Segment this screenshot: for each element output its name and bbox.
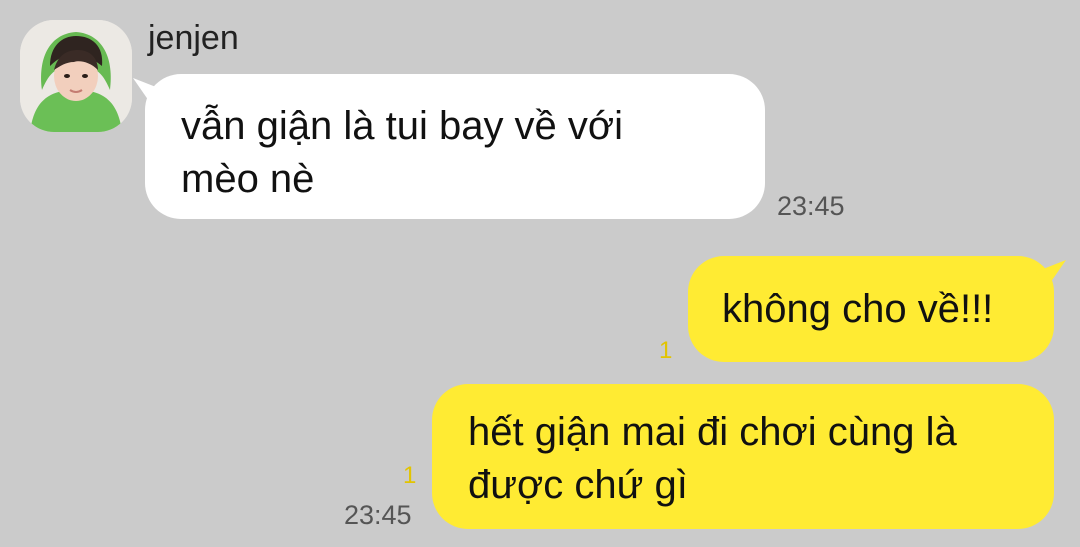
unread-count: 1 — [659, 337, 673, 364]
message-timestamp: 23:45 — [777, 191, 845, 221]
unread-count: 1 — [403, 462, 417, 489]
outgoing-message-bubble[interactable]: không cho về!!! — [688, 256, 1054, 362]
outgoing-message-bubble[interactable]: hết giận mai đi chơi cùng là được chứ gì — [432, 384, 1054, 529]
message-timestamp: 23:45 — [344, 500, 412, 530]
incoming-message-bubble[interactable]: vẫn giận là tui bay về với mèo nè — [145, 74, 765, 219]
avatar[interactable] — [20, 20, 132, 132]
profile-photo-icon — [20, 20, 132, 132]
sender-name: jenjen — [148, 19, 239, 57]
